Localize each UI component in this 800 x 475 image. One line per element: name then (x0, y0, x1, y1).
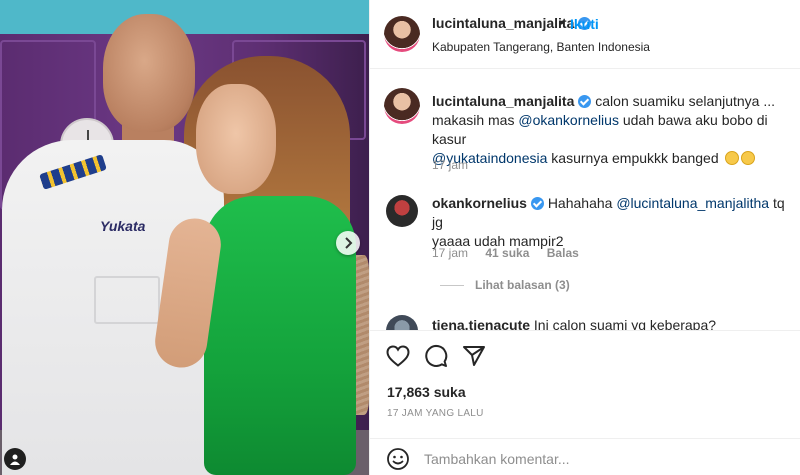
like-count[interactable]: 17,863 suka (387, 384, 466, 400)
commenter-avatar[interactable] (386, 315, 418, 330)
post-photo[interactable]: Yukata (0, 0, 369, 475)
photo-background-strip (0, 0, 369, 34)
woman-face (196, 84, 276, 194)
comment-button[interactable] (423, 343, 449, 369)
next-photo-button[interactable] (336, 231, 360, 255)
comments-section: lucintaluna_manjalita calon suamiku sela… (370, 70, 800, 330)
comment-time[interactable]: 17 jam (432, 246, 468, 260)
caption-author-avatar[interactable] (384, 88, 420, 124)
smiley-icon[interactable] (386, 447, 410, 471)
man-head (103, 14, 195, 132)
send-icon (463, 346, 485, 366)
comment-text: Ini calon suami yg keberapa? (533, 317, 717, 330)
caption-line2a: makasih mas (432, 112, 519, 128)
view-replies-button[interactable]: Lihat balasan (3) (475, 278, 570, 292)
wink-emoji-icon (740, 151, 755, 165)
comment-author[interactable]: tiena.tienacute (432, 317, 530, 330)
post-actions: 17,863 suka 17 JAM YANG LALU (370, 330, 800, 430)
chevron-right-icon (345, 237, 353, 249)
author-avatar[interactable] (384, 16, 420, 52)
grimace-emoji-icon (724, 151, 739, 165)
caption-meta: 17 jam (432, 158, 482, 172)
caption-line1: calon suamiku selanjutnya ... (595, 93, 776, 109)
comment-author[interactable]: okankornelius (432, 195, 527, 211)
author-handle[interactable]: lucintaluna_manjalita (432, 15, 592, 31)
tagged-people-button[interactable] (4, 448, 26, 470)
verified-badge-icon (578, 95, 592, 108)
comment-input[interactable] (424, 448, 784, 470)
like-button[interactable] (385, 343, 411, 369)
caption-author[interactable]: lucintaluna_manjalita (432, 93, 574, 109)
commenter-avatar[interactable] (386, 195, 418, 227)
heart-icon (386, 345, 410, 367)
caption: lucintaluna_manjalita calon suamiku sela… (432, 92, 792, 168)
verified-badge-icon (530, 197, 544, 210)
comment-text-a: Hahahaha (547, 195, 617, 211)
post-side-panel: lucintaluna_manjalita • Ikuti Kabupaten … (369, 0, 800, 475)
separator-dot: • (559, 14, 564, 30)
woman-dress (204, 196, 356, 475)
post-header: lucintaluna_manjalita • Ikuti Kabupaten … (370, 0, 800, 69)
share-button[interactable] (461, 343, 487, 369)
person-tag-icon (10, 454, 20, 465)
post-time[interactable]: 17 JAM YANG LALU (387, 408, 484, 419)
author-handle-text[interactable]: lucintaluna_manjalita (432, 15, 574, 31)
caption-line3b: kasurnya empukkk banged (547, 150, 719, 166)
comment: okankornelius Hahahaha @lucintaluna_manj… (432, 194, 792, 251)
replies-divider (440, 285, 464, 286)
comment: tiena.tienacute Ini calon suami yg keber… (432, 316, 792, 330)
shirt-pocket (94, 276, 160, 324)
mention-link[interactable]: @okankornelius (518, 112, 619, 128)
location-link[interactable]: Kabupaten Tangerang, Banten Indonesia (432, 40, 650, 54)
follow-button[interactable]: Ikuti (570, 16, 599, 32)
shirt-logo: Yukata (100, 218, 146, 234)
comment-meta: 17 jam 41 suka Balas (432, 246, 593, 260)
add-comment-bar (370, 438, 800, 475)
reply-button[interactable]: Balas (547, 246, 579, 260)
comment-likes[interactable]: 41 suka (485, 246, 529, 260)
mention-link[interactable]: @lucintaluna_manjalitha (616, 195, 769, 211)
caption-time[interactable]: 17 jam (432, 158, 468, 172)
comment-icon (425, 345, 448, 367)
